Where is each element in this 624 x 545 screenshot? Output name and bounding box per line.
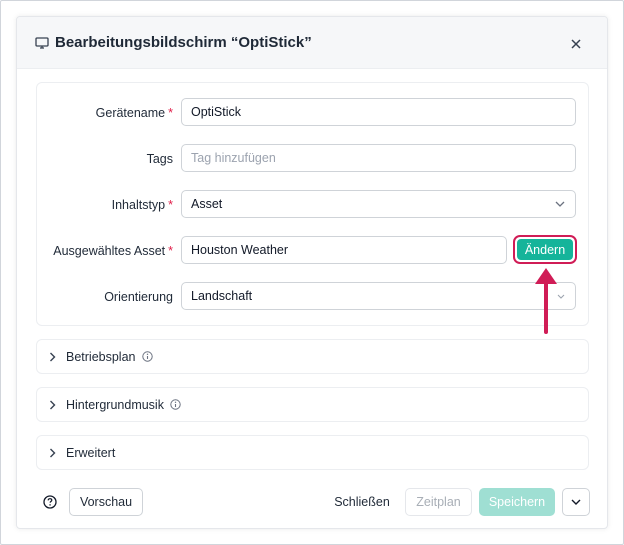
close-icon[interactable] — [569, 37, 583, 51]
chevron-right-icon — [50, 352, 56, 361]
modal-title: Bearbeitungsbildschirm “OptiStick” — [55, 34, 312, 51]
orientation-value: Landschaft — [191, 289, 253, 303]
chevron-right-icon — [50, 448, 56, 457]
tags-input[interactable]: Tag hinzufügen — [181, 144, 576, 172]
change-asset-button[interactable]: Ändern — [517, 239, 573, 260]
close-button[interactable]: Schließen — [329, 488, 395, 516]
selected-asset-input[interactable]: Houston Weather — [181, 236, 507, 264]
device-name-value: OptiStick — [191, 105, 242, 119]
chevron-down-icon — [557, 294, 565, 299]
content-type-value: Asset — [191, 197, 223, 211]
section-label: Hintergrundmusik — [66, 397, 164, 412]
save-options-button[interactable] — [562, 488, 590, 516]
content-type-select[interactable]: Asset — [181, 190, 576, 218]
chevron-down-icon — [555, 201, 565, 207]
change-asset-highlight: Ändern — [513, 235, 577, 264]
monitor-icon — [35, 37, 49, 49]
section-label: Erweitert — [66, 445, 116, 460]
preview-button[interactable]: Vorschau — [69, 488, 143, 516]
arrow-up-icon — [535, 268, 557, 334]
orientation-select[interactable]: Landschaft — [181, 282, 576, 310]
orientation-label: Orientierung — [104, 290, 173, 304]
section-erweitert[interactable]: Erweitert — [36, 435, 589, 470]
chevron-down-icon — [571, 499, 581, 505]
section-hintergrundmusik[interactable]: Hintergrundmusik — [36, 387, 589, 422]
help-circle-icon[interactable] — [43, 495, 57, 509]
device-name-label: Gerätename * — [95, 106, 173, 120]
selected-asset-value: Houston Weather — [191, 243, 289, 257]
schedule-button[interactable]: Zeitplan — [405, 488, 472, 516]
section-betriebsplan[interactable]: Betriebsplan — [36, 339, 589, 374]
content-type-label: Inhaltstyp * — [111, 198, 173, 212]
info-icon — [141, 351, 153, 362]
modal-header: Bearbeitungsbildschirm “OptiStick” — [17, 17, 607, 69]
tags-label: Tags — [146, 152, 173, 166]
info-icon — [170, 399, 181, 410]
tags-placeholder: Tag hinzufügen — [191, 151, 276, 165]
selected-asset-label: Ausgewähltes Asset * — [53, 244, 173, 258]
chevron-right-icon — [50, 400, 56, 409]
save-button[interactable]: Speichern — [479, 488, 555, 516]
section-label: Betriebsplan — [66, 349, 136, 364]
edit-screen-modal: Bearbeitungsbildschirm “OptiStick” Gerät… — [16, 16, 608, 529]
device-name-input[interactable]: OptiStick — [181, 98, 576, 126]
